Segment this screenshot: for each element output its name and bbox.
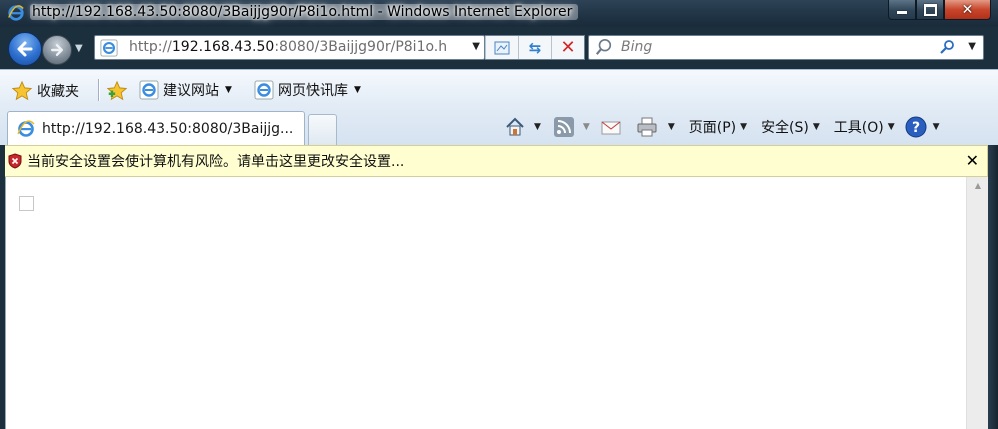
chevron-down-icon: ▼ [812,122,820,132]
ie-page-icon [254,80,274,100]
new-tab-button[interactable] [308,114,337,145]
favorites-button[interactable]: 收藏夹 [11,80,79,102]
back-button[interactable] [8,32,42,66]
help-button[interactable]: ? ▼ [905,116,940,138]
tools-menu[interactable]: 工具(O) ▼ [834,117,905,137]
suggested-sites-link[interactable]: 建议网站 ▼ [139,80,232,100]
safety-menu[interactable]: 安全(S) ▼ [761,117,834,137]
tab-current[interactable]: http://192.168.43.50:8080/3Baijjg... [7,111,305,145]
chevron-down-icon: ▼ [354,85,361,95]
compatibility-view-icon [494,41,510,54]
command-bar: ▼ ▼ ▼ 页面(P) ▼ 安全(S) ▼ 工具(O) ▼ ? ▼ [504,114,940,140]
maximize-button[interactable] [916,0,944,20]
mail-icon [601,121,621,135]
forward-button[interactable] [42,35,72,65]
chevron-down-icon[interactable]: ▼ [583,122,590,132]
feeds-button[interactable]: ▼ [553,116,600,138]
vertical-scrollbar[interactable]: ▲ [966,177,989,429]
page-content: ▲ [5,177,989,429]
address-row: ▼ http://192.168.43.50:8080/3Baijjg90r/P… [0,27,998,69]
printer-icon [637,117,657,137]
info-bar-message: 当前安全设置会使计算机有风险。请单击这里更改安全设置... [27,154,405,170]
web-slice-gallery-link[interactable]: 网页快讯库 ▼ [254,80,361,100]
address-buttons: ⇆ ✕ [485,35,585,60]
arrow-right-icon [51,44,63,56]
chevron-down-icon: ▼ [225,85,232,95]
chevron-down-icon[interactable]: ▼ [668,122,675,132]
address-dropdown[interactable]: ▼ [472,41,480,52]
maximize-icon [923,3,937,16]
star-add-icon [106,80,128,101]
title-bar: http://192.168.43.50:8080/3Baijjg90r/P8i… [0,0,998,27]
print-button[interactable]: ▼ [636,116,689,138]
page-menu[interactable]: 页面(P) ▼ [689,117,761,137]
close-info-bar-icon[interactable]: ✕ [966,151,979,170]
svg-text:?: ? [912,120,920,136]
stop-icon: ✕ [560,37,576,58]
window-title: http://192.168.43.50:8080/3Baijjg90r/P8i… [30,4,579,20]
close-button[interactable]: ✕ [944,0,991,20]
home-button[interactable]: ▼ [504,116,553,138]
search-options-dropdown[interactable]: ▼ [968,41,976,52]
safety-menu-label: 安全(S) [761,120,809,136]
scroll-up-icon[interactable]: ▲ [967,181,989,190]
chevron-down-icon: ▼ [740,122,748,132]
read-mail-button[interactable] [600,116,622,138]
close-icon: ✕ [961,1,974,18]
minimize-button[interactable] [888,0,916,20]
home-icon [506,117,524,136]
ie-page-icon [17,119,35,137]
toolbar-area: 收藏夹 建议网站 ▼ 网页快讯库 ▼ http://192.168.43.50:… [0,69,998,145]
search-icon[interactable] [939,39,955,55]
stop-button[interactable]: ✕ [551,36,584,59]
ie-page-icon [139,80,159,100]
refresh-button[interactable]: ⇆ [518,36,551,59]
search-box[interactable]: Bing ▼ [588,35,984,60]
compatibility-view-button[interactable] [485,36,518,59]
search-input[interactable]: Bing [621,39,652,55]
security-shield-icon [8,153,22,169]
rss-icon [553,117,574,137]
page-checkbox[interactable] [19,196,34,211]
chevron-down-icon: ▼ [932,122,940,132]
tools-menu-label: 工具(O) [833,120,884,136]
help-icon: ? [905,116,927,138]
page-favicon-icon [100,39,118,57]
window-frame-right [988,145,998,429]
favorites-bar: 收藏夹 建议网站 ▼ 网页快讯库 ▼ [0,70,998,110]
chevron-down-icon[interactable]: ▼ [534,122,541,132]
favorites-label: 收藏夹 [37,84,79,100]
star-icon [11,80,33,101]
web-slice-gallery-label: 网页快讯库 [278,83,348,99]
ie-logo-icon [8,5,24,21]
refresh-icon: ⇆ [528,38,542,57]
arrow-left-icon [17,41,33,57]
recent-pages-dropdown[interactable]: ▼ [75,43,83,54]
page-menu-label: 页面(P) [688,120,737,136]
chevron-down-icon: ▼ [887,122,895,132]
address-url: http://192.168.43.50:8080/3Baijjg90r/P8i… [129,39,448,55]
security-info-bar[interactable]: 当前安全设置会使计算机有风险。请单击这里更改安全设置... ✕ [5,145,988,177]
favorites-separator [98,79,100,101]
address-input[interactable]: http://192.168.43.50:8080/3Baijjg90r/P8i… [94,35,485,60]
bing-search-icon [595,38,612,55]
window-controls: ✕ [888,0,991,20]
add-to-favorites-bar-button[interactable] [106,80,128,102]
tab-title: http://192.168.43.50:8080/3Baijjg... [42,120,294,137]
suggested-sites-label: 建议网站 [163,83,219,99]
minimize-icon [897,11,907,14]
